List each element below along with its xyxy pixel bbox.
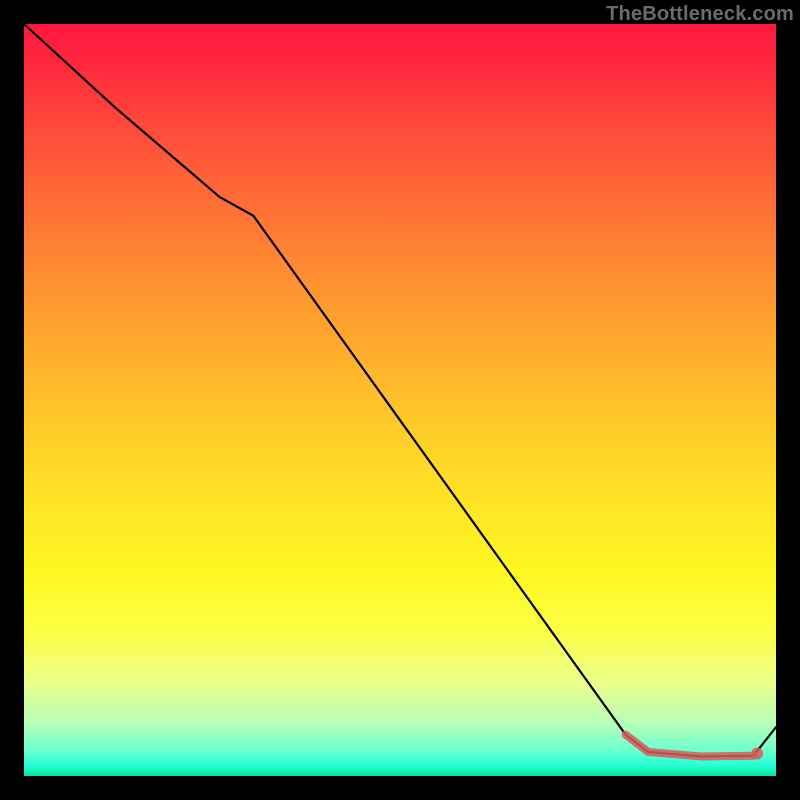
highlight-path	[626, 735, 754, 757]
highlight-end-dot	[751, 747, 763, 759]
curve-svg	[24, 24, 776, 776]
watermark: TheBottleneck.com	[606, 3, 794, 26]
chart-stage: TheBottleneck.com	[0, 0, 800, 800]
plot-area	[24, 24, 776, 776]
curve-path	[24, 24, 776, 756]
